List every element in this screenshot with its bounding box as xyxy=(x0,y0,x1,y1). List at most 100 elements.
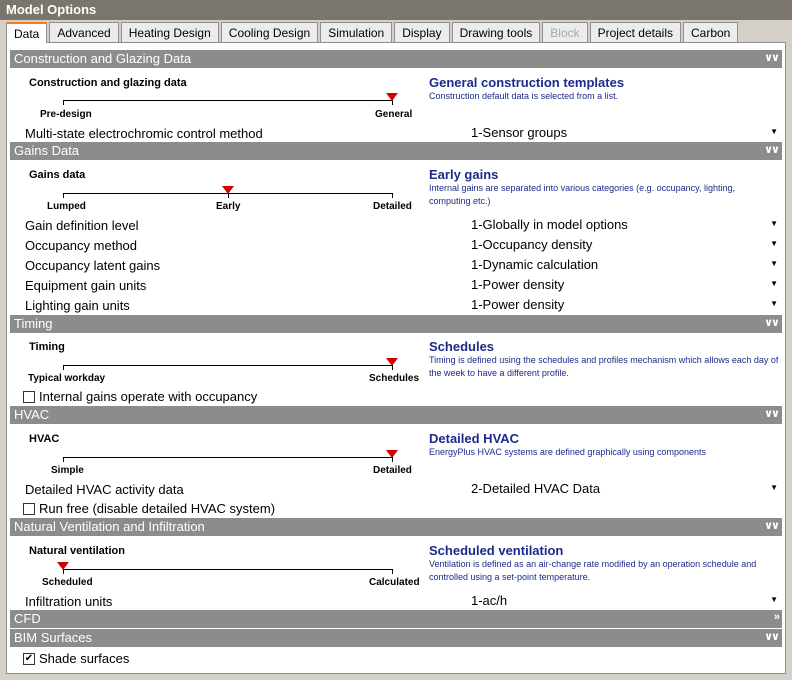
double-chevron-down-icon[interactable]: ∨∨ xyxy=(764,407,780,420)
internal-gains-occupancy-row[interactable]: Internal gains operate with occupancy xyxy=(23,389,257,404)
double-chevron-down-icon[interactable]: ∨∨ xyxy=(764,143,780,156)
slider-tick xyxy=(63,457,64,462)
electrochromic-label: Multi-state electrochromic control metho… xyxy=(25,126,263,141)
ventilation-slider-title: Natural ventilation xyxy=(29,545,125,557)
double-chevron-down-icon[interactable]: ∨∨ xyxy=(764,519,780,532)
section-header-hvac[interactable]: HVAC ∨∨ xyxy=(10,406,782,424)
tab-drawing-tools[interactable]: Drawing tools xyxy=(451,22,541,42)
section-title: Construction and Glazing Data xyxy=(14,51,192,66)
tab-data[interactable]: Data xyxy=(6,22,48,43)
electrochromic-dropdown[interactable]: 1-Sensor groups ▼ xyxy=(468,124,782,142)
triangle-down-icon[interactable]: ▼ xyxy=(770,239,778,248)
hvac-min-label: Simple xyxy=(51,465,84,476)
run-free-row[interactable]: Run free (disable detailed HVAC system) xyxy=(23,501,275,516)
gains-slider-title: Gains data xyxy=(29,169,86,181)
lighting-units-dropdown[interactable]: 1-Power density ▼ xyxy=(468,296,782,314)
construction-template-title: General construction templates xyxy=(429,75,625,90)
slider-tick xyxy=(392,569,393,574)
occupancy-latent-dropdown[interactable]: 1-Dynamic calculation ▼ xyxy=(468,256,782,274)
tab-simulation[interactable]: Simulation xyxy=(320,22,393,42)
section-title: CFD xyxy=(14,611,41,626)
red-triangle-icon[interactable] xyxy=(222,186,234,194)
red-triangle-icon[interactable] xyxy=(57,562,69,570)
section-title: Timing xyxy=(14,316,53,331)
dropdown-value: 1-Occupancy density xyxy=(471,237,593,252)
timing-slider-title: Timing xyxy=(29,341,65,353)
gains-mid-label: Early xyxy=(216,201,241,212)
triangle-down-icon[interactable]: ▼ xyxy=(770,299,778,308)
hvac-max-label: Detailed xyxy=(373,465,412,476)
construction-template-desc: Construction default data is selected fr… xyxy=(429,91,619,101)
tab-advanced[interactable]: Advanced xyxy=(49,22,119,42)
slider-tick xyxy=(63,365,64,370)
hvac-activity-dropdown[interactable]: 2-Detailed HVAC Data ▼ xyxy=(468,480,782,498)
slider-tick xyxy=(392,193,393,198)
shade-surfaces-checkbox[interactable]: ✔ xyxy=(23,652,35,665)
run-free-checkbox[interactable] xyxy=(23,502,35,515)
section-header-gains[interactable]: Gains Data ∨∨ xyxy=(10,142,782,160)
section-header-cfd[interactable]: CFD » xyxy=(10,610,782,628)
section-header-bim[interactable]: BIM Surfaces ∨∨ xyxy=(10,629,782,647)
tab-display[interactable]: Display xyxy=(394,22,450,42)
section-title: Gains Data xyxy=(14,143,80,158)
triangle-down-icon[interactable]: ▼ xyxy=(770,595,778,604)
tab-bar: Data Advanced Heating Design Cooling Des… xyxy=(6,22,740,43)
section-header-timing[interactable]: Timing ∨∨ xyxy=(10,315,782,333)
tab-heating-design[interactable]: Heating Design xyxy=(120,22,219,42)
timing-max-label: Schedules xyxy=(369,373,420,384)
checkbox-label: Shade surfaces xyxy=(39,651,130,666)
double-chevron-down-icon[interactable]: ∨∨ xyxy=(764,316,780,329)
dropdown-value: 1-Power density xyxy=(471,297,565,312)
slider-tick xyxy=(63,100,64,105)
triangle-down-icon[interactable]: ▼ xyxy=(770,279,778,288)
window-title: Model Options xyxy=(0,0,792,20)
tab-project-details[interactable]: Project details xyxy=(589,22,681,42)
internal-gains-occupancy-checkbox[interactable] xyxy=(23,390,35,403)
red-triangle-icon[interactable] xyxy=(386,358,398,366)
ventilation-min-label: Scheduled xyxy=(42,577,93,588)
slider-tick xyxy=(63,193,64,198)
ventilation-template-desc: Ventilation is defined as an air-change … xyxy=(429,559,757,582)
gains-template-desc: Internal gains are separated into variou… xyxy=(429,183,736,206)
red-triangle-icon[interactable] xyxy=(386,93,398,101)
checkbox-label: Run free (disable detailed HVAC system) xyxy=(39,501,276,516)
gains-max-label: Detailed xyxy=(373,201,412,212)
section-title: HVAC xyxy=(14,407,50,422)
hvac-slider-track[interactable] xyxy=(63,457,393,458)
ventilation-template-title: Scheduled ventilation xyxy=(429,543,564,558)
timing-template-title: Schedules xyxy=(429,339,495,354)
section-header-ventilation[interactable]: Natural Ventilation and Infiltration ∨∨ xyxy=(10,518,782,536)
occupancy-method-dropdown[interactable]: 1-Occupancy density ▼ xyxy=(468,236,782,254)
occupancy-method-label: Occupancy method xyxy=(25,238,138,253)
triangle-down-icon[interactable]: ▼ xyxy=(770,127,778,136)
tab-carbon[interactable]: Carbon xyxy=(683,22,739,42)
dropdown-value: 1-Globally in model options xyxy=(471,217,628,232)
double-chevron-down-icon[interactable]: ∨∨ xyxy=(764,51,780,64)
dropdown-value: 2-Detailed HVAC Data xyxy=(471,481,601,496)
hvac-activity-label: Detailed HVAC activity data xyxy=(25,482,184,497)
triangle-down-icon[interactable]: ▼ xyxy=(770,219,778,228)
section-header-construction[interactable]: Construction and Glazing Data ∨∨ xyxy=(10,50,782,68)
infiltration-units-dropdown[interactable]: 1-ac/h ▼ xyxy=(468,592,782,610)
timing-slider-track[interactable] xyxy=(63,365,393,366)
timing-min-label: Typical workday xyxy=(28,373,106,384)
gain-definition-dropdown[interactable]: 1-Globally in model options ▼ xyxy=(468,216,782,234)
ventilation-slider-track[interactable] xyxy=(63,569,393,570)
dropdown-value: 1-ac/h xyxy=(471,593,508,608)
gains-template-title: Early gains xyxy=(429,167,499,182)
double-chevron-right-icon[interactable]: » xyxy=(774,611,780,623)
equipment-units-dropdown[interactable]: 1-Power density ▼ xyxy=(468,276,782,294)
tab-block: Block xyxy=(542,22,588,42)
section-title: Natural Ventilation and Infiltration xyxy=(14,519,205,534)
red-triangle-icon[interactable] xyxy=(386,450,398,458)
tab-cooling-design[interactable]: Cooling Design xyxy=(220,22,319,42)
lighting-units-label: Lighting gain units xyxy=(25,298,130,313)
gain-definition-label: Gain definition level xyxy=(25,218,139,233)
triangle-down-icon[interactable]: ▼ xyxy=(770,483,778,492)
construction-max-label: General xyxy=(375,109,413,120)
dropdown-value: 1-Sensor groups xyxy=(471,125,568,140)
construction-slider-track[interactable] xyxy=(63,100,393,101)
shade-surfaces-row[interactable]: ✔ Shade surfaces xyxy=(23,651,129,666)
double-chevron-down-icon[interactable]: ∨∨ xyxy=(764,630,780,643)
triangle-down-icon[interactable]: ▼ xyxy=(770,259,778,268)
